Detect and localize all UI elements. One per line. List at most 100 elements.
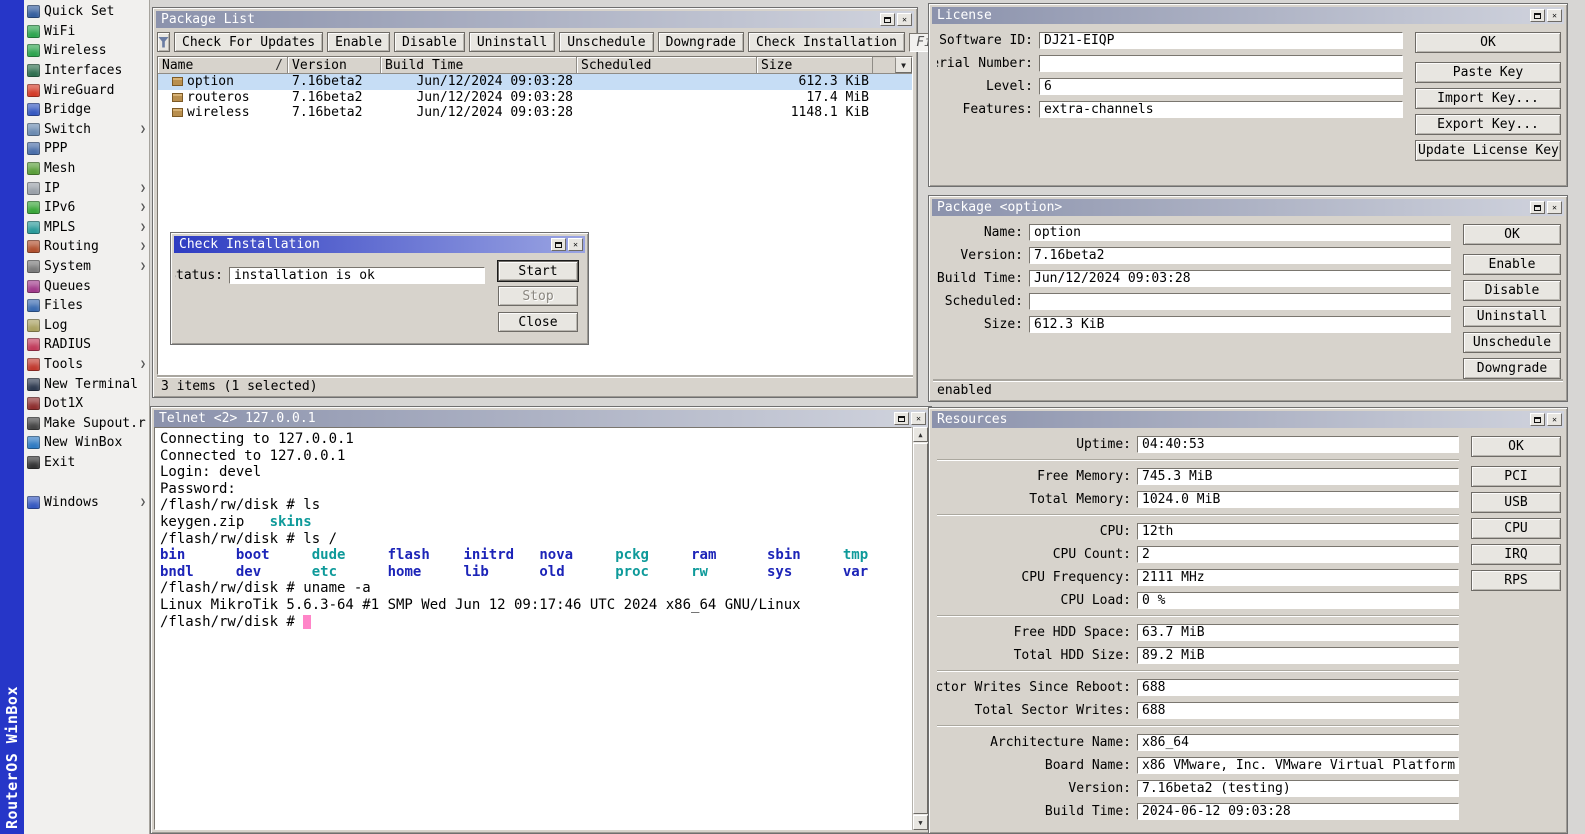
sidebar-item-wireless[interactable]: Wireless	[24, 41, 149, 61]
resources-rps-button[interactable]: RPS	[1471, 570, 1561, 591]
column-header-version[interactable]: Version	[288, 57, 381, 73]
sidebar-item-tools[interactable]: Tools❯	[24, 355, 149, 375]
toolbar-button-unschedule[interactable]: Unschedule	[559, 32, 653, 52]
license-update-license-key-button[interactable]: Update License Key	[1415, 140, 1561, 161]
field-name[interactable]: option	[1029, 224, 1451, 241]
close-button[interactable]: ✕	[897, 13, 912, 26]
sidebar-item-new-winbox[interactable]: New WinBox	[24, 433, 149, 453]
toolbar-button-uninstall[interactable]: Uninstall	[469, 32, 555, 52]
sidebar-item-radius[interactable]: RADIUS	[24, 335, 149, 355]
field-build-time[interactable]: Jun/12/2024 09:03:28	[1029, 270, 1451, 287]
sidebar-item-interfaces[interactable]: Interfaces	[24, 61, 149, 81]
sidebar-item-new-terminal[interactable]: New Terminal	[24, 374, 149, 394]
package-option-unschedule-button[interactable]: Unschedule	[1463, 332, 1561, 353]
field-features[interactable]: extra-channels	[1039, 101, 1403, 118]
resources-pci-button[interactable]: PCI	[1471, 466, 1561, 487]
package-option-ok-button[interactable]: OK	[1463, 224, 1561, 245]
column-selector-button[interactable]: ▼	[895, 57, 912, 73]
close-button[interactable]: ✕	[1547, 9, 1562, 22]
package-option-uninstall-button[interactable]: Uninstall	[1463, 306, 1561, 327]
toolbar-button-check-installation[interactable]: Check Installation	[748, 32, 905, 52]
field-uptime[interactable]: 04:40:53	[1137, 436, 1459, 453]
scroll-thumb[interactable]	[913, 443, 928, 814]
sidebar-item-quick-set[interactable]: Quick Set	[24, 2, 149, 22]
column-header-build-time[interactable]: Build Time	[381, 57, 577, 73]
close-button[interactable]: ✕	[1547, 201, 1562, 214]
resources-ok-button[interactable]: OK	[1471, 436, 1561, 457]
field-cpu-load[interactable]: 0 %	[1137, 592, 1459, 609]
column-header-name[interactable]: Name/	[158, 57, 288, 73]
column-header-size[interactable]: Size	[757, 57, 873, 73]
sidebar-item-ppp[interactable]: PPP	[24, 139, 149, 159]
field-version[interactable]: 7.16beta2	[1029, 247, 1451, 264]
field-free-memory[interactable]: 745.3 MiB	[1137, 468, 1459, 485]
sidebar-item-wireguard[interactable]: WireGuard	[24, 80, 149, 100]
toolbar-button-disable[interactable]: Disable	[394, 32, 465, 52]
sidebar-item-windows[interactable]: Windows❯	[24, 492, 149, 512]
license-ok-button[interactable]: OK	[1415, 32, 1561, 53]
field-build-time[interactable]: 2024-06-12 09:03:28	[1137, 803, 1459, 820]
sidebar-item-files[interactable]: Files	[24, 296, 149, 316]
restore-button[interactable]	[1530, 9, 1545, 22]
table-row[interactable]: wireless7.16beta2Jun/12/2024 09:03:28114…	[158, 105, 912, 121]
package-option-disable-button[interactable]: Disable	[1463, 280, 1561, 301]
field-serial-number[interactable]	[1039, 55, 1403, 72]
sidebar-item-bridge[interactable]: Bridge	[24, 100, 149, 120]
toolbar-button-enable[interactable]: Enable	[327, 32, 390, 52]
license-export-key-button[interactable]: Export Key...	[1415, 114, 1561, 135]
package-option-enable-button[interactable]: Enable	[1463, 254, 1561, 275]
field-total-hdd-size[interactable]: 89.2 MiB	[1137, 647, 1459, 664]
field-cpu-frequency[interactable]: 2111 MHz	[1137, 569, 1459, 586]
field-scheduled[interactable]	[1029, 293, 1451, 310]
toolbar-button-downgrade[interactable]: Downgrade	[658, 32, 744, 52]
sidebar-item-ip[interactable]: IP❯	[24, 178, 149, 198]
sidebar-item-routing[interactable]: Routing❯	[24, 237, 149, 257]
license-titlebar[interactable]: License ✕	[932, 7, 1564, 24]
toolbar-button-check-for-updates[interactable]: Check For Updates	[174, 32, 323, 52]
package-option-titlebar[interactable]: Package <option> ✕	[932, 199, 1564, 216]
field-total-memory[interactable]: 1024.0 MiB	[1137, 491, 1459, 508]
restore-button[interactable]	[894, 412, 909, 425]
field-sector-writes-since-reboot[interactable]: 688	[1137, 679, 1459, 696]
table-row[interactable]: option7.16beta2Jun/12/2024 09:03:28612.3…	[158, 74, 912, 90]
license-paste-key-button[interactable]: Paste Key	[1415, 62, 1561, 83]
package-option-downgrade-button[interactable]: Downgrade	[1463, 358, 1561, 379]
restore-button[interactable]	[551, 238, 566, 251]
scroll-down-button[interactable]: ▼	[913, 815, 928, 830]
field-version[interactable]: 7.16beta2 (testing)	[1137, 780, 1459, 797]
stop-button[interactable]: Stop	[498, 286, 578, 306]
restore-button[interactable]	[1530, 413, 1545, 426]
sidebar-item-switch[interactable]: Switch❯	[24, 120, 149, 140]
restore-button[interactable]	[880, 13, 895, 26]
resources-cpu-button[interactable]: CPU	[1471, 518, 1561, 539]
field-software-id[interactable]: DJ21-EIQP	[1039, 32, 1403, 49]
sidebar-item-mesh[interactable]: Mesh	[24, 159, 149, 179]
field-cpu-count[interactable]: 2	[1137, 546, 1459, 563]
resources-usb-button[interactable]: USB	[1471, 492, 1561, 513]
start-button[interactable]: Start	[498, 261, 578, 281]
scroll-up-button[interactable]: ▲	[913, 427, 928, 442]
sidebar-item-system[interactable]: System❯	[24, 257, 149, 277]
package-list-titlebar[interactable]: Package List ✕	[156, 11, 914, 28]
close-button[interactable]: ✕	[1547, 413, 1562, 426]
field-cpu[interactable]: 12th	[1137, 523, 1459, 540]
field-total-sector-writes[interactable]: 688	[1137, 702, 1459, 719]
close-button[interactable]: Close	[498, 312, 578, 332]
resources-irq-button[interactable]: IRQ	[1471, 544, 1561, 565]
filter-button[interactable]	[157, 32, 170, 52]
sidebar-item-make-supout-rif[interactable]: Make Supout.rif	[24, 413, 149, 433]
sidebar-item-wifi[interactable]: WiFi	[24, 22, 149, 42]
table-row[interactable]: routeros7.16beta2Jun/12/2024 09:03:2817.…	[158, 90, 912, 106]
terminal-output[interactable]: Connecting to 127.0.0.1Connected to 127.…	[154, 427, 912, 830]
field-architecture-name[interactable]: x86_64	[1137, 734, 1459, 751]
telnet-titlebar[interactable]: Telnet <2> 127.0.0.1 ✕	[154, 410, 928, 427]
column-header-scheduled[interactable]: Scheduled	[577, 57, 757, 73]
field-size[interactable]: 612.3 KiB	[1029, 316, 1451, 333]
sidebar-item-exit[interactable]: Exit	[24, 453, 149, 473]
sidebar-item-mpls[interactable]: MPLS❯	[24, 218, 149, 238]
terminal-scrollbar[interactable]: ▲ ▼	[912, 427, 928, 830]
sidebar-item-dot1x[interactable]: Dot1X	[24, 394, 149, 414]
sidebar-item-log[interactable]: Log	[24, 316, 149, 336]
restore-button[interactable]	[1530, 201, 1545, 214]
field-board-name[interactable]: x86 VMware, Inc. VMware Virtual Platform	[1137, 757, 1459, 774]
